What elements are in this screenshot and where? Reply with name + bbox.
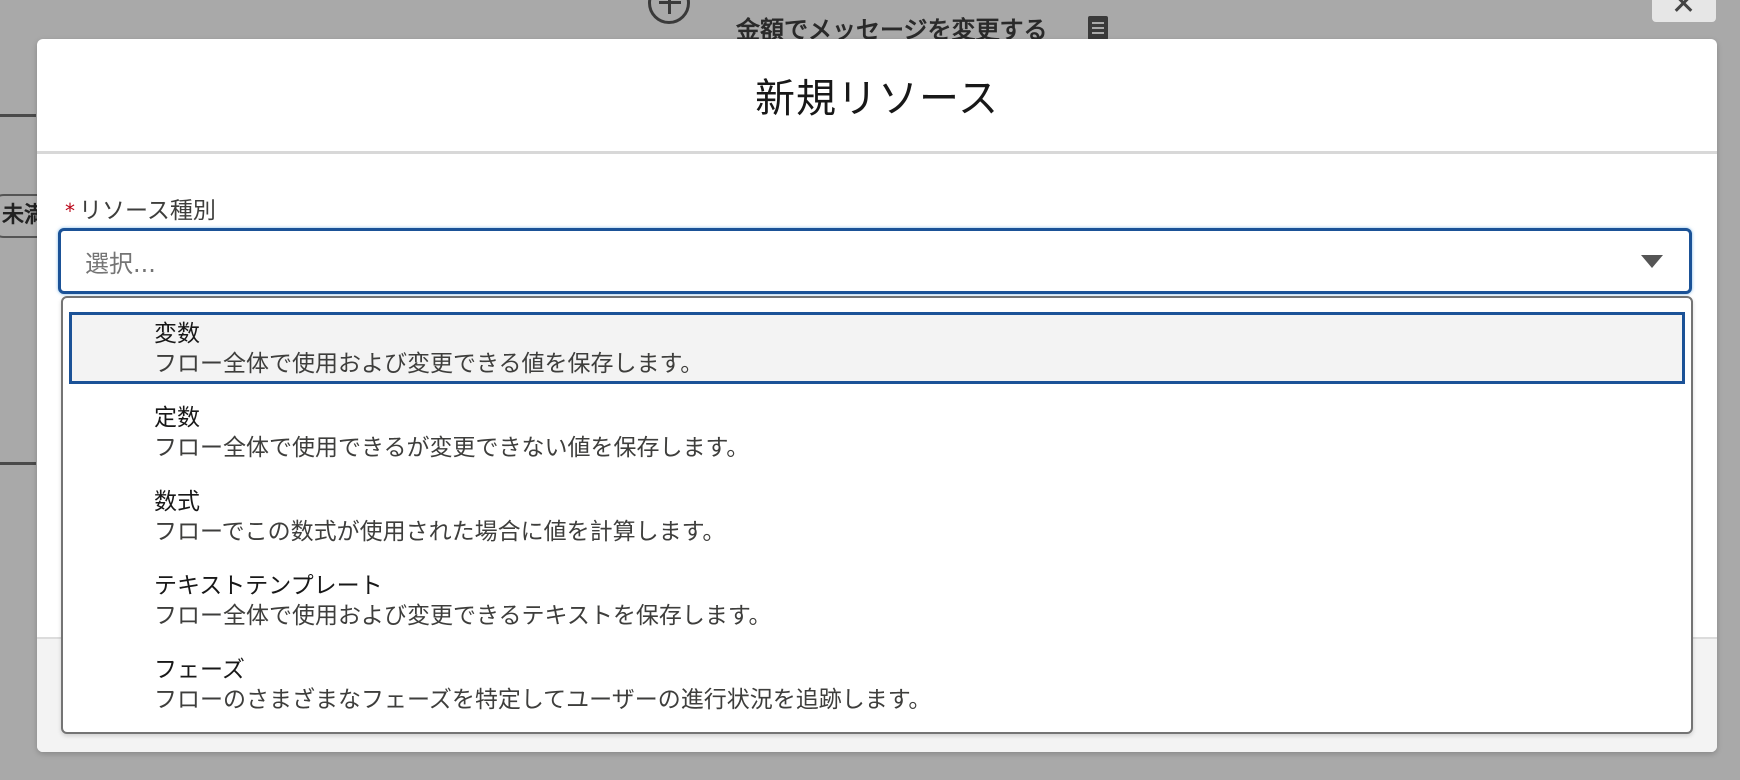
connector-line: [0, 462, 36, 465]
required-asterisk: *: [65, 199, 75, 223]
option-text-template[interactable]: テキストテンプレート フロー全体で使用および変更できるテキストを保存します。: [69, 564, 1685, 636]
option-title: 定数: [154, 405, 200, 431]
option-title: 数式: [154, 489, 200, 515]
resource-type-listbox: 変数 フロー全体で使用および変更できる値を保存します。 定数 フロー全体で使用で…: [61, 296, 1693, 734]
option-description: フローのさまざまなフェーズを特定してユーザーの進行状況を追跡します。: [154, 687, 932, 713]
option-formula[interactable]: 数式 フローでこの数式が使用された場合に値を計算します。: [69, 480, 1685, 552]
document-icon: [1088, 16, 1108, 40]
option-constant[interactable]: 定数 フロー全体で使用できるが変更できない値を保存します。: [69, 396, 1685, 468]
option-title: テキストテンプレート: [154, 573, 383, 599]
option-variable[interactable]: 変数 フロー全体で使用および変更できる値を保存します。: [69, 312, 1685, 384]
option-description: フロー全体で使用および変更できる値を保存します。: [154, 351, 704, 377]
close-icon[interactable]: [1652, 0, 1716, 22]
resource-type-combobox[interactable]: 選択...: [58, 228, 1692, 294]
chevron-down-icon[interactable]: [1641, 254, 1663, 268]
option-title: フェーズ: [154, 657, 245, 683]
resource-type-label-text: リソース種別: [79, 198, 216, 224]
resource-type-placeholder: 選択...: [85, 249, 156, 278]
option-description: フローでこの数式が使用された場合に値を計算します。: [154, 519, 726, 545]
option-description: フロー全体で使用できるが変更できない値を保存します。: [154, 435, 750, 461]
connector-line: [0, 114, 36, 117]
option-stage[interactable]: フェーズ フローのさまざまなフェーズを特定してユーザーの進行状況を追跡します。: [69, 648, 1685, 720]
resource-type-label: * リソース種別: [65, 191, 216, 225]
modal-title: 新規リソース: [755, 76, 999, 122]
modal-header: 新規リソース: [37, 39, 1717, 154]
option-title: 変数: [154, 321, 200, 347]
add-element-icon: [648, 0, 690, 24]
option-description: フロー全体で使用および変更できるテキストを保存します。: [154, 603, 772, 629]
